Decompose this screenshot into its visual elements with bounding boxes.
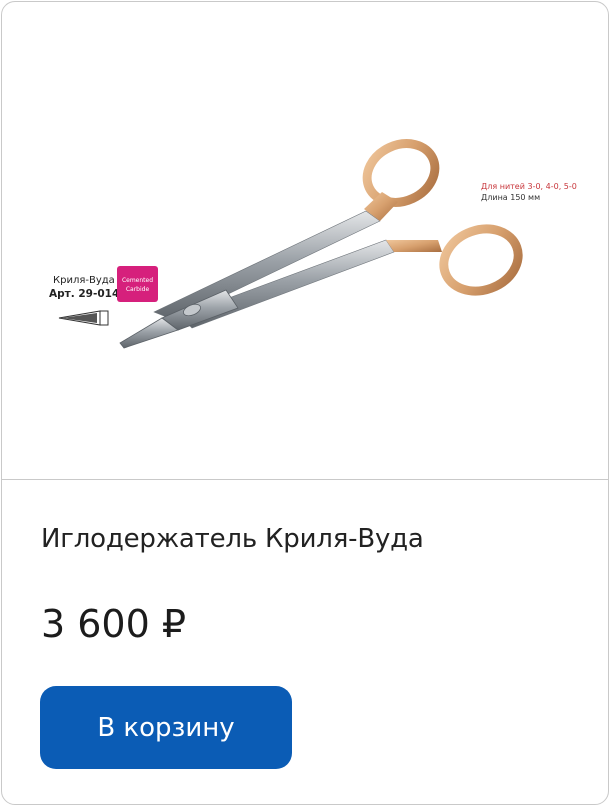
article-label: Арт. 29-014 (49, 288, 119, 300)
product-title[interactable]: Иглодержатель Криля-Вуда (41, 524, 424, 554)
upper-ring (362, 139, 440, 207)
product-image[interactable]: Криля-Вуда Арт. 29-014 Cemented Carbide … (2, 2, 608, 479)
threads-label: Для нитей 3-0, 4-0, 5-0 (481, 182, 577, 191)
badge-line1: Cemented (122, 277, 153, 284)
product-card[interactable]: Криля-Вуда Арт. 29-014 Cemented Carbide … (1, 1, 609, 805)
add-to-cart-button[interactable]: В корзину (40, 686, 292, 769)
lower-ring (439, 224, 523, 296)
cemented-carbide-badge (117, 266, 158, 302)
lower-ring-neck (386, 240, 442, 252)
model-name-label: Криля-Вуда (53, 275, 115, 286)
product-price: 3 600 ₽ (41, 602, 187, 646)
divider (2, 479, 608, 480)
length-label: Длина 150 мм (481, 193, 540, 202)
badge-line2: Carbide (126, 286, 150, 293)
needle-holder-illustration: Криля-Вуда Арт. 29-014 Cemented Carbide … (49, 139, 577, 349)
